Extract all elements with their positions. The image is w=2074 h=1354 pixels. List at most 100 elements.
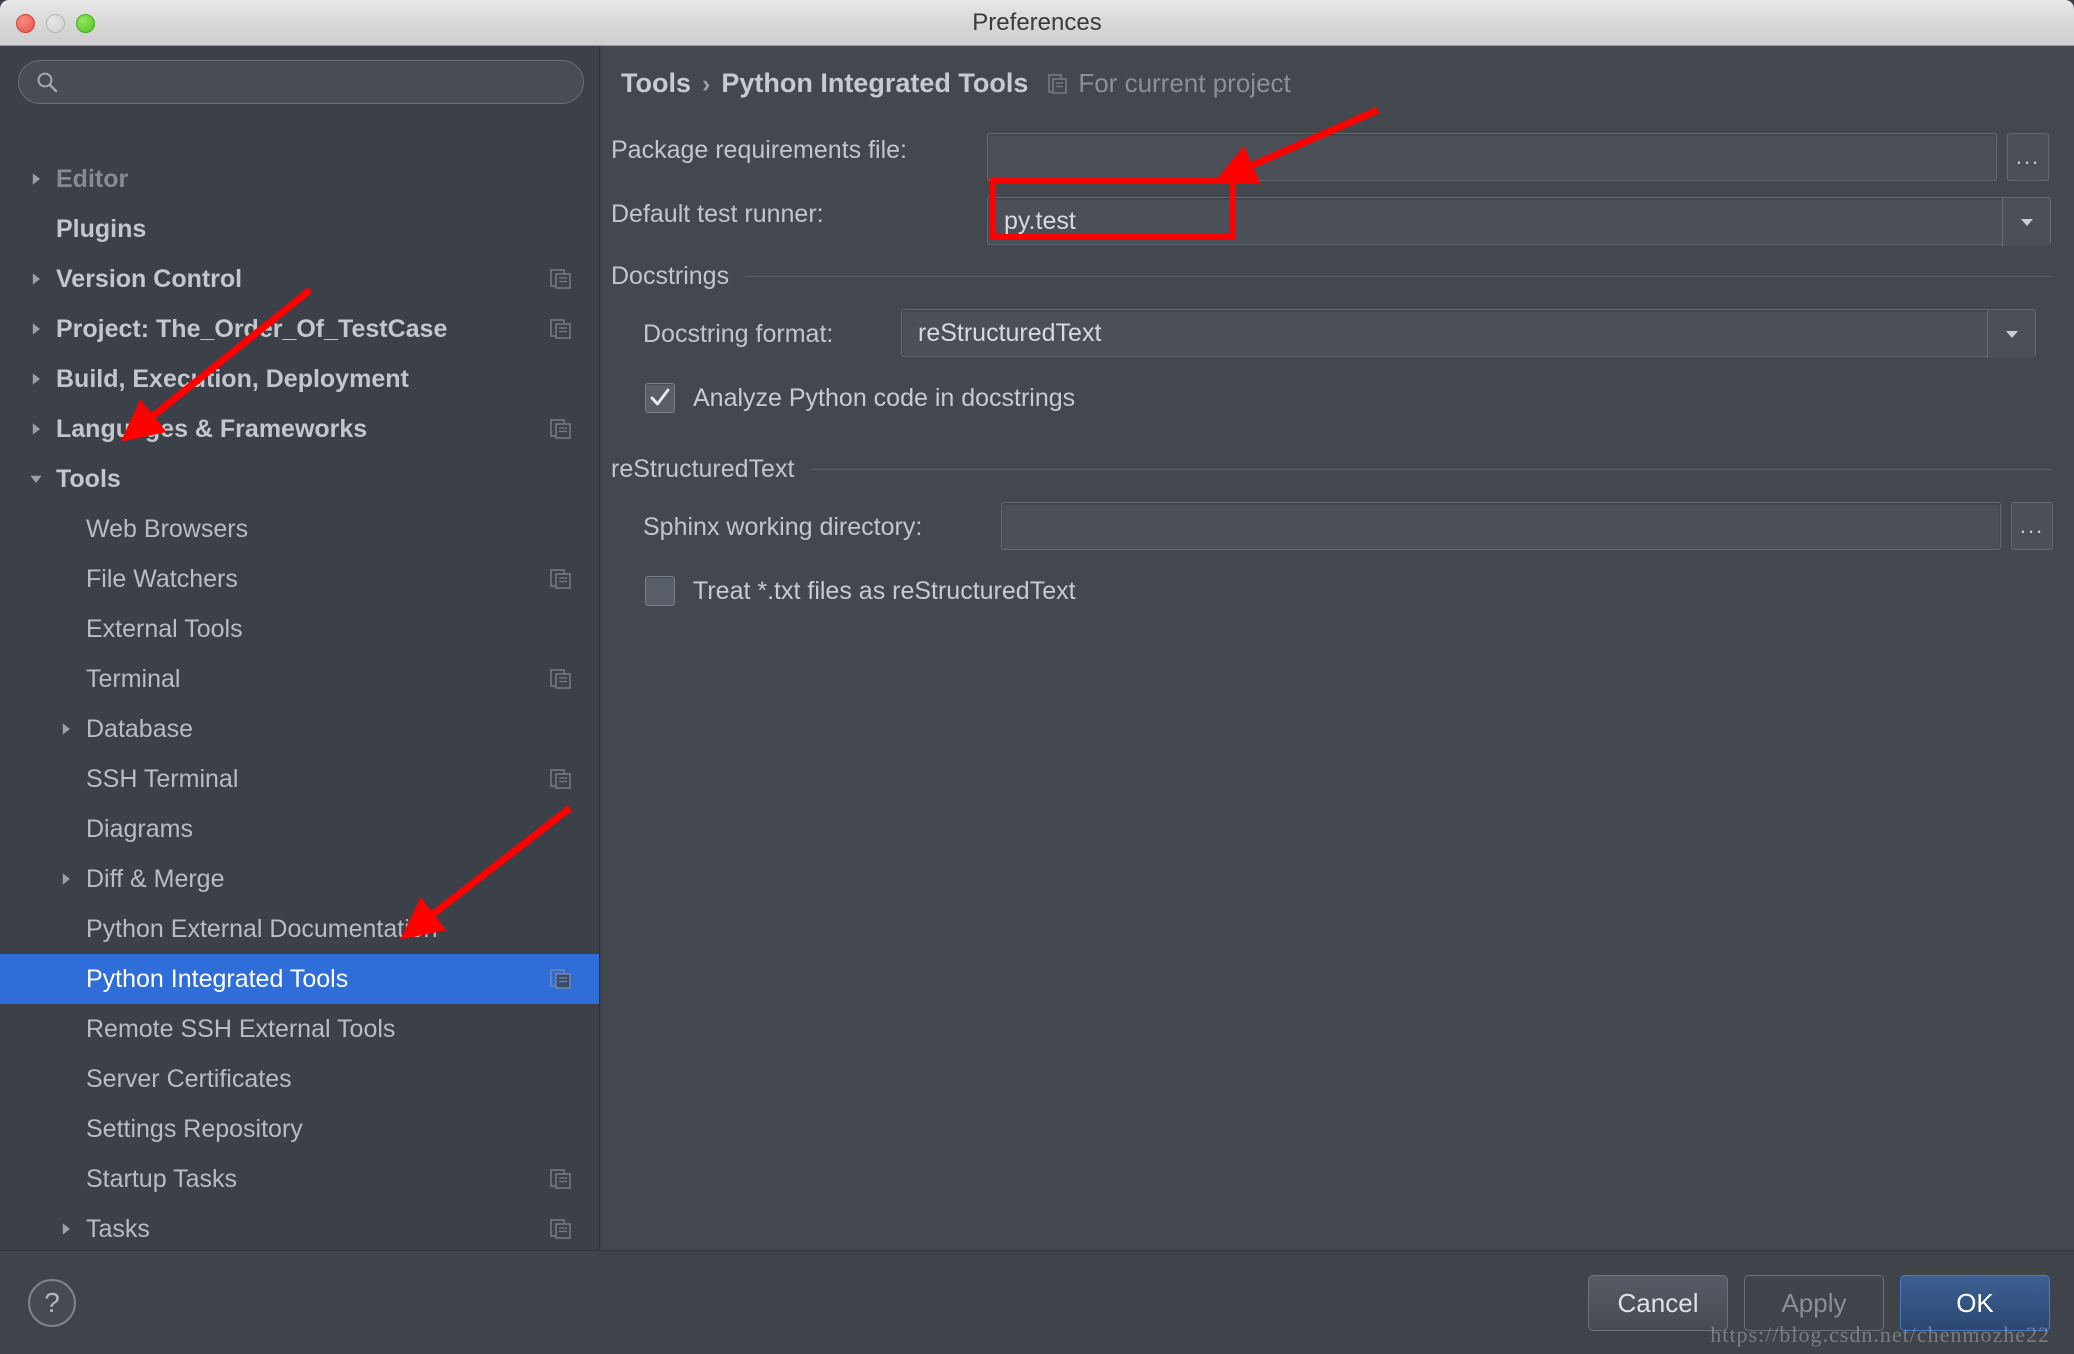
docstring-format-label: Docstring format: <box>643 320 833 349</box>
dialog-body: Editor Plugins Version Control Project: The… <box>0 46 2074 1250</box>
help-button[interactable]: ? <box>28 1279 76 1327</box>
sidebar-item-settings-repository[interactable]: Settings Repository <box>0 1104 600 1154</box>
sidebar-item-database[interactable]: Database <box>0 704 600 754</box>
sphinx-working-directory-browse-button[interactable]: ... <box>2011 502 2053 550</box>
package-requirements-row: Package requirements file: ... <box>601 126 2074 180</box>
sidebar-item-plugins[interactable]: Plugins <box>0 204 600 254</box>
sidebar-item-label: Project: The_Order_Of_TestCase <box>56 315 447 344</box>
sidebar-item-label: Server Certificates <box>86 1065 292 1094</box>
settings-main-panel: Tools › Python Integrated Tools For curr… <box>601 46 2074 1250</box>
sidebar-item-tasks[interactable]: Tasks <box>0 1204 600 1250</box>
search-box[interactable] <box>18 60 584 104</box>
docstring-format-row: Docstring format: reStructuredText <box>601 309 2074 363</box>
project-scope-icon <box>550 318 572 340</box>
analyze-docstrings-label: Analyze Python code in docstrings <box>693 384 1075 413</box>
settings-form: Package requirements file: ... Default t… <box>601 126 2074 606</box>
window-title: Preferences <box>0 0 2074 46</box>
treat-txt-row[interactable]: Treat *.txt files as reStructuredText <box>601 576 2074 606</box>
chevron-right-icon[interactable] <box>26 321 46 337</box>
project-scope-note: For current project <box>1078 68 1290 99</box>
sidebar-item-label: Version Control <box>56 265 242 294</box>
sidebar-item-label: External Tools <box>86 615 243 644</box>
sidebar-item-build-execution-deployment[interactable]: Build, Execution, Deployment <box>0 354 600 404</box>
chevron-right-icon[interactable] <box>26 371 46 387</box>
docstrings-section: Docstrings Docstring format: reStructure… <box>601 262 2074 413</box>
package-requirements-label: Package requirements file: <box>611 136 907 165</box>
docstrings-section-title: Docstrings <box>611 262 729 291</box>
dialog-footer: ? Cancel Apply OK https://blog.csdn.net/… <box>0 1250 2074 1354</box>
docstring-format-value: reStructuredText <box>902 310 2035 356</box>
sidebar-item-tools[interactable]: Tools <box>0 454 600 504</box>
analyze-docstrings-checkbox[interactable] <box>645 383 675 413</box>
sidebar-item-web-browsers[interactable]: Web Browsers <box>0 504 600 554</box>
checkmark-icon <box>648 386 672 410</box>
project-scope-icon <box>550 268 572 290</box>
analyze-docstrings-row[interactable]: Analyze Python code in docstrings <box>601 383 2074 413</box>
sidebar-item-file-watchers[interactable]: File Watchers <box>0 554 600 604</box>
default-test-runner-combo[interactable]: py.test <box>987 197 2051 245</box>
sidebar-item-label: Diagrams <box>86 815 193 844</box>
sidebar-item-startup-tasks[interactable]: Startup Tasks <box>0 1154 600 1204</box>
sidebar-item-label: Editor <box>56 165 128 194</box>
package-requirements-field[interactable] <box>987 133 1997 181</box>
default-test-runner-chevron-down-icon[interactable] <box>2002 198 2050 246</box>
project-scope-icon <box>550 568 572 590</box>
sidebar-item-label: Tools <box>56 465 121 494</box>
breadcrumb-parent[interactable]: Tools <box>621 68 691 99</box>
sidebar-item-remote-ssh-external-tools[interactable]: Remote SSH External Tools <box>0 1004 600 1054</box>
default-test-runner-value: py.test <box>988 198 2050 244</box>
sidebar-item-label: Terminal <box>86 665 180 694</box>
settings-sidebar: Editor Plugins Version Control Project: The… <box>0 46 600 1250</box>
chevron-right-icon[interactable] <box>56 871 76 887</box>
breadcrumb-separator: › <box>702 70 710 99</box>
sidebar-item-ssh-terminal[interactable]: SSH Terminal <box>0 754 600 804</box>
chevron-right-icon[interactable] <box>26 171 46 187</box>
chevron-right-icon[interactable] <box>56 721 76 737</box>
search-input[interactable] <box>59 71 583 94</box>
docstring-format-combo[interactable]: reStructuredText <box>901 309 2036 357</box>
window-titlebar: Preferences <box>0 0 2074 46</box>
chevron-down-icon[interactable] <box>26 471 46 487</box>
project-scope-icon <box>1048 73 1068 95</box>
search-field-wrapper <box>18 60 584 104</box>
project-scope-icon <box>550 418 572 440</box>
package-requirements-browse-button[interactable]: ... <box>2007 133 2049 181</box>
sidebar-item-editor[interactable]: Editor <box>0 154 600 204</box>
sidebar-item-terminal[interactable]: Terminal <box>0 654 600 704</box>
sphinx-working-directory-field[interactable] <box>1001 502 2001 550</box>
sidebar-item-label: Web Browsers <box>86 515 248 544</box>
sidebar-item-project-the-order-of-testcase[interactable]: Project: The_Order_Of_TestCase <box>0 304 600 354</box>
sidebar-item-label: Languages & Frameworks <box>56 415 367 444</box>
restructuredtext-section: reStructuredText Sphinx working director… <box>601 455 2074 606</box>
default-test-runner-row: Default test runner: py.test <box>601 190 2074 244</box>
sidebar-item-python-integrated-tools[interactable]: Python Integrated Tools <box>0 954 600 1004</box>
sidebar-item-label: Build, Execution, Deployment <box>56 365 409 394</box>
sidebar-item-label: Tasks <box>86 1215 150 1244</box>
treat-txt-checkbox[interactable] <box>645 576 675 606</box>
project-scope-icon <box>550 1168 572 1190</box>
sidebar-item-label: Diff & Merge <box>86 865 224 894</box>
project-scope-icon <box>550 668 572 690</box>
cancel-button[interactable]: Cancel <box>1588 1275 1728 1331</box>
chevron-right-icon[interactable] <box>26 271 46 287</box>
search-icon <box>35 70 59 94</box>
docstrings-section-header: Docstrings <box>601 262 2074 291</box>
breadcrumb-current: Python Integrated Tools <box>721 68 1028 99</box>
sidebar-item-external-tools[interactable]: External Tools <box>0 604 600 654</box>
docstrings-divider <box>745 276 2052 277</box>
sidebar-item-server-certificates[interactable]: Server Certificates <box>0 1054 600 1104</box>
sphinx-working-directory-value <box>1002 503 2000 549</box>
sidebar-item-label: SSH Terminal <box>86 765 238 794</box>
sidebar-item-diagrams[interactable]: Diagrams <box>0 804 600 854</box>
docstring-format-chevron-down-icon[interactable] <box>1987 310 2035 358</box>
sidebar-item-languages-frameworks[interactable]: Languages & Frameworks <box>0 404 600 454</box>
sidebar-item-diff-merge[interactable]: Diff & Merge <box>0 854 600 904</box>
sidebar-item-version-control[interactable]: Version Control <box>0 254 600 304</box>
sidebar-item-python-external-documentation[interactable]: Python External Documentation <box>0 904 600 954</box>
chevron-right-icon[interactable] <box>26 421 46 437</box>
restructuredtext-section-header: reStructuredText <box>601 455 2074 484</box>
settings-tree: Editor Plugins Version Control Project: The… <box>0 154 600 1250</box>
sphinx-working-directory-label: Sphinx working directory: <box>643 513 922 542</box>
chevron-right-icon[interactable] <box>56 1221 76 1237</box>
sidebar-item-label: Plugins <box>56 215 146 244</box>
